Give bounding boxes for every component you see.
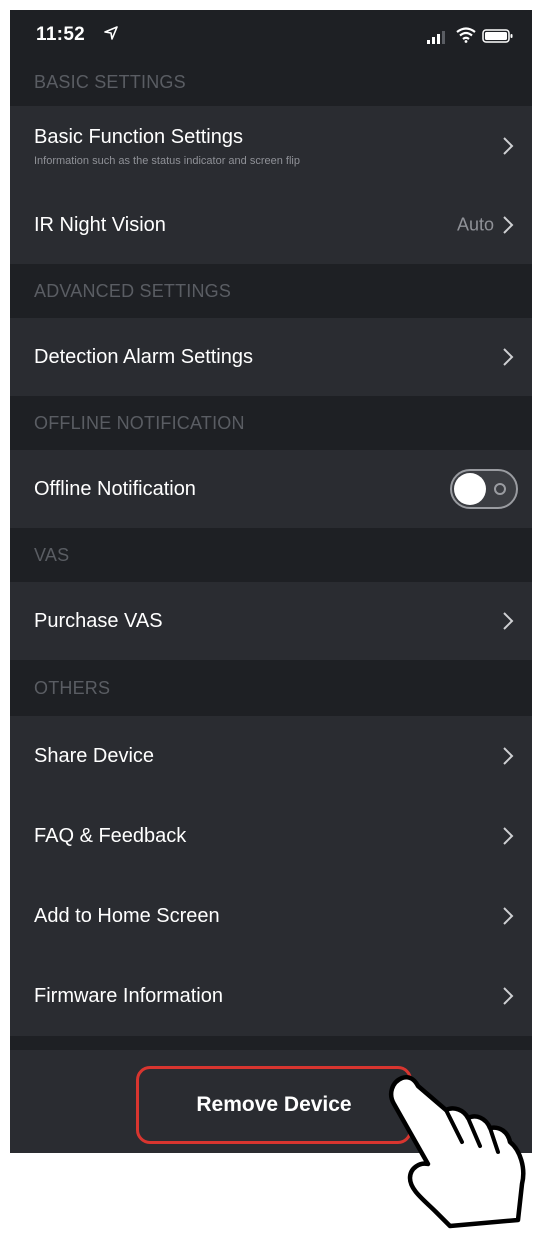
- chevron-right-icon: [503, 987, 514, 1005]
- section-title: OFFLINE NOTIFICATION: [34, 412, 245, 433]
- row-title: Firmware Information: [34, 984, 223, 1007]
- row-title: FAQ & Feedback: [34, 824, 187, 847]
- row-title: Purchase VAS: [34, 609, 163, 632]
- chevron-right-icon: [503, 137, 514, 155]
- wifi-icon: [456, 27, 476, 43]
- toggle-off-icon: [494, 483, 506, 495]
- add-to-home-screen-row[interactable]: Add to Home Screen: [10, 876, 532, 956]
- section-title: BASIC SETTINGS: [34, 71, 186, 92]
- pointing-hand-icon: [389, 1075, 526, 1229]
- offline-notification-row: Offline Notification: [10, 450, 532, 528]
- location-arrow-icon: [104, 26, 118, 40]
- section-title: OTHERS: [34, 677, 111, 698]
- section-title: ADVANCED SETTINGS: [34, 280, 232, 301]
- row-title: Basic Function Settings: [34, 125, 243, 148]
- toggle-knob: [454, 473, 486, 505]
- row-title: Add to Home Screen: [34, 904, 220, 927]
- section-header-offline-notification: OFFLINE NOTIFICATION: [10, 396, 532, 450]
- status-time: 11:52: [36, 24, 86, 45]
- faq-feedback-row[interactable]: FAQ & Feedback: [10, 796, 532, 876]
- share-device-row[interactable]: Share Device: [10, 716, 532, 796]
- remove-device-label: Remove Device: [196, 1093, 352, 1116]
- purchase-vas-row[interactable]: Purchase VAS: [10, 582, 532, 660]
- row-subtitle: Information such as the status indicator…: [34, 154, 300, 167]
- basic-function-settings-row[interactable]: Basic Function Settings Information such…: [10, 106, 532, 186]
- row-title: Detection Alarm Settings: [34, 345, 253, 368]
- offline-notification-toggle[interactable]: [450, 469, 518, 509]
- row-title: Offline Notification: [34, 477, 196, 500]
- row-value: Auto: [456, 214, 494, 235]
- cellular-signal-icon: [427, 31, 445, 44]
- chevron-right-icon: [503, 907, 514, 925]
- phone-screen: 11:52 BASIC SETTINGS Basic Function Sett…: [10, 10, 532, 1153]
- chevron-right-icon: [503, 827, 514, 845]
- section-header-others: OTHERS: [10, 660, 532, 716]
- section-header-basic-settings: BASIC SETTINGS: [10, 58, 532, 106]
- section-title: VAS: [34, 544, 70, 565]
- status-bar: 11:52: [10, 10, 532, 58]
- detection-alarm-settings-row[interactable]: Detection Alarm Settings: [10, 318, 532, 396]
- row-title: Share Device: [34, 744, 155, 767]
- section-header-advanced-settings: ADVANCED SETTINGS: [10, 264, 532, 318]
- firmware-information-row[interactable]: Firmware Information: [10, 956, 532, 1036]
- remove-device-button[interactable]: Remove Device: [136, 1066, 412, 1144]
- section-header-vas: VAS: [10, 528, 532, 582]
- chevron-right-icon: [503, 348, 514, 366]
- chevron-right-icon: [503, 612, 514, 630]
- chevron-right-icon: [503, 216, 514, 234]
- row-title: IR Night Vision: [34, 213, 166, 236]
- battery-icon: [482, 29, 513, 43]
- ir-night-vision-row[interactable]: IR Night Vision Auto: [10, 186, 532, 264]
- chevron-right-icon: [503, 747, 514, 765]
